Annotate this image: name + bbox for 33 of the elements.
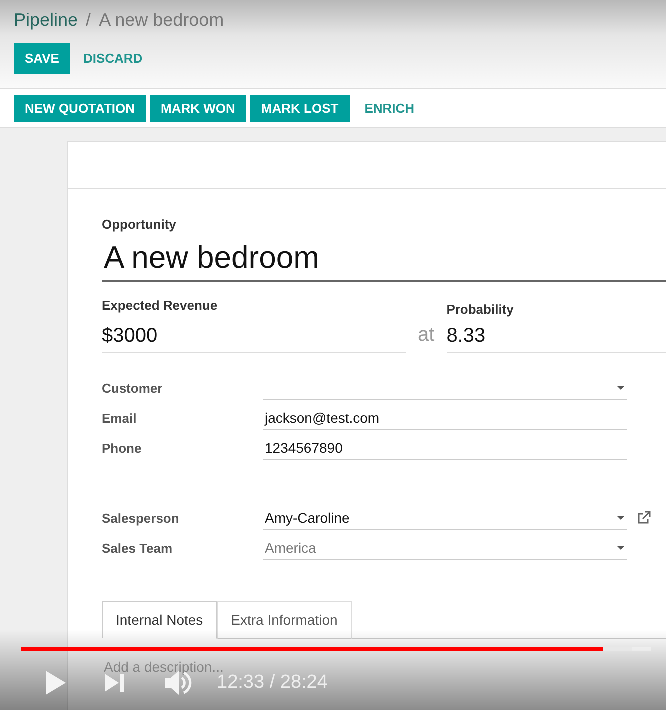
field-label: Sales Team [102,540,174,556]
field-label: Customer [102,380,164,396]
field-label: Expected Revenue [102,298,219,313]
breadcrumb-current: A new bedroom [99,10,224,31]
caret-icon [617,546,625,550]
dropdown-field[interactable]: America [263,536,627,560]
field-label: Phone [102,440,143,456]
video-time: 12:33 / 28:24 [217,672,328,694]
tab[interactable]: Internal Notes [102,601,218,639]
input-field[interactable]: 1234567890 [263,436,627,460]
opportunity-input[interactable]: A new bedroom [102,232,666,282]
action-button[interactable]: MARK LOST [250,95,350,122]
probability-input[interactable]: 8.33 [446,317,666,353]
field-label: Salesperson [102,510,180,526]
tab[interactable]: Extra Information [217,601,352,639]
action-button[interactable]: ENRICH [354,95,426,122]
external-link-icon[interactable] [637,511,651,525]
action-button[interactable]: NEW QUOTATION [14,95,146,122]
input-field[interactable]: jackson@test.com [263,406,627,430]
breadcrumb-link[interactable]: Pipeline [14,10,78,31]
dropdown-field[interactable]: Amy-Caroline [263,506,627,530]
field-label: Probability [446,302,515,317]
caret-icon [617,516,625,520]
next-icon[interactable] [105,674,125,692]
discard-button[interactable]: DISCARD [72,43,154,74]
caret-icon [617,386,625,390]
action-button[interactable]: MARK WON [150,95,246,122]
save-button[interactable]: SAVE [14,43,70,74]
field-label: Opportunity [102,217,178,232]
field-label: Email [102,410,138,426]
breadcrumb-separator: / [86,10,92,31]
revenue-input[interactable]: $3000 [102,313,406,353]
at-label: at [417,324,436,348]
